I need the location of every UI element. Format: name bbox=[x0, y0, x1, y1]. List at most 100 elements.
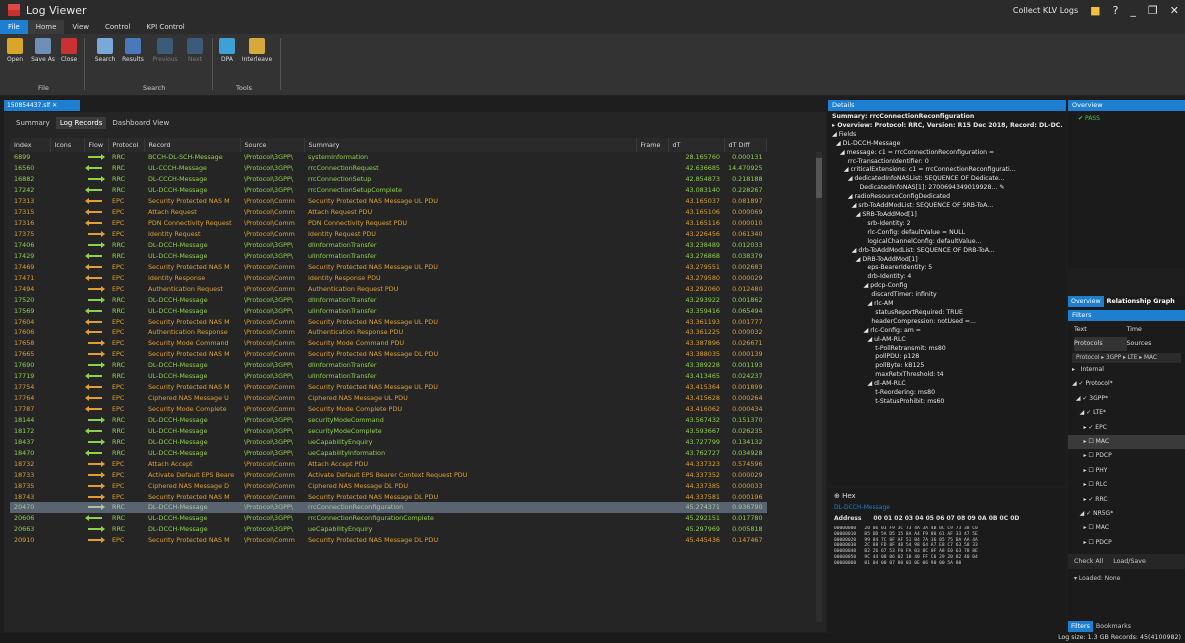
notes-icon[interactable]: ■ bbox=[1090, 5, 1100, 16]
filter-tree-item[interactable]: ◢ ✓ LTE* bbox=[1068, 406, 1185, 420]
tree-node[interactable]: drb-Identity: 4 bbox=[832, 273, 1062, 282]
tree-node[interactable]: ◢ srb-ToAddModList: SEQUENCE OF SRB-ToA.… bbox=[832, 202, 1062, 211]
tab-bookmarks[interactable]: Bookmarks bbox=[1093, 621, 1134, 632]
tree-node[interactable]: discardTimer: infinity bbox=[832, 291, 1062, 300]
table-row[interactable]: 16560 RRC UL-CCCH-Message \Protocol\3GPP\ rr… bbox=[10, 163, 767, 174]
tree-node[interactable]: ◢ radioResourceConfigDedicated bbox=[832, 193, 1062, 202]
tab-summary[interactable]: Summary bbox=[12, 117, 54, 129]
column-header[interactable]: dT bbox=[668, 138, 725, 152]
minimize-icon[interactable]: _ bbox=[1130, 5, 1136, 16]
document-tab[interactable]: 150854437.slf ✕ bbox=[4, 100, 80, 111]
table-row[interactable]: 17764 EPC Ciphered NAS Message U \Protocol\… bbox=[10, 393, 767, 404]
tree-node[interactable]: ▸ Overview: Protocol: RRC, Version: R15 … bbox=[832, 122, 1062, 131]
column-header[interactable]: Flow bbox=[84, 138, 109, 152]
filter-tree-item[interactable]: ▸ Internal bbox=[1068, 363, 1185, 377]
table-row[interactable]: 18735 EPC Ciphered NAS Message D \Protocol\… bbox=[10, 480, 767, 491]
table-row[interactable]: 18732 EPC Attach Accept \Protocol\Comm Attac… bbox=[10, 458, 767, 469]
tree-node[interactable]: t-Reordering: ms80 bbox=[832, 389, 1062, 398]
tree-node[interactable]: headerCompression: notUsed =... bbox=[832, 318, 1062, 327]
table-row[interactable]: 17375 EPC Identity Request \Protocol\Comm Id… bbox=[10, 229, 767, 240]
filter-tree-item[interactable]: ▸ ☐ PDCP bbox=[1068, 449, 1185, 463]
table-row[interactable]: 18172 RRC UL-DCCH-Message \Protocol\3GPP\ se… bbox=[10, 425, 767, 436]
restore-icon[interactable]: ❐ bbox=[1148, 5, 1158, 16]
tree-node[interactable]: srb-Identity: 2 bbox=[832, 220, 1062, 229]
tree-node[interactable]: ◢ dl-AM-RLC bbox=[832, 380, 1062, 389]
filter-tree-item[interactable]: ▸ ☐ PHY bbox=[1068, 464, 1185, 478]
tree-node[interactable]: maxRetxThreshold: t4 bbox=[832, 371, 1062, 380]
table-row[interactable]: 17569 RRC UL-DCCH-Message \Protocol\3GPP\ ul… bbox=[10, 305, 767, 316]
table-row[interactable]: 17469 EPC Security Protected NAS M \Protoco… bbox=[10, 261, 767, 272]
table-row[interactable]: 18733 EPC Activate Default EPS Beare \Proto… bbox=[10, 469, 767, 480]
filter-tree-item[interactable]: ▸ ☐ RLC bbox=[1068, 478, 1185, 492]
menu-file[interactable]: File bbox=[0, 20, 28, 34]
collect-klv-logs-button[interactable]: Collect KLV Logs bbox=[1013, 6, 1078, 15]
filter-text-tab[interactable]: Text bbox=[1074, 323, 1127, 337]
menu-view[interactable]: View bbox=[64, 20, 97, 34]
previous-button[interactable]: Previous bbox=[152, 38, 178, 63]
results-button[interactable]: Results bbox=[120, 38, 146, 63]
table-row[interactable]: 17665 EPC Security Protected NAS M \Protoco… bbox=[10, 349, 767, 360]
filter-sources-tab[interactable]: Sources bbox=[1127, 337, 1180, 351]
table-row[interactable]: 17313 EPC Security Protected NAS M \Protoco… bbox=[10, 196, 767, 207]
table-scrollbar[interactable] bbox=[816, 152, 822, 622]
column-header[interactable]: Source bbox=[240, 138, 305, 152]
table-row[interactable]: 17242 RRC UL-DCCH-Message \Protocol\3GPP\ rr… bbox=[10, 185, 767, 196]
table-row[interactable]: 17690 RRC DL-DCCH-Message \Protocol\3GPP\ dl… bbox=[10, 360, 767, 371]
filter-tree-item[interactable]: ▸ ☐ MAC bbox=[1068, 521, 1185, 535]
check-all-button[interactable]: Check All bbox=[1074, 558, 1103, 565]
next-button[interactable]: Next bbox=[182, 38, 208, 63]
interleave-button[interactable]: Interleave bbox=[240, 38, 274, 63]
column-header[interactable]: Protocol bbox=[108, 138, 145, 152]
column-header[interactable]: Record bbox=[144, 138, 241, 152]
table-row[interactable]: 6899 RRC BCCH-DL-SCH-Message \Protocol\3GPP… bbox=[10, 152, 767, 163]
table-row[interactable]: 20910 EPC Security Protected NAS M \Protoco… bbox=[10, 535, 767, 546]
tree-node[interactable]: ◢ DRB-ToAddMod[1] bbox=[832, 256, 1062, 265]
table-row[interactable]: 16882 RRC DL-CCCH-Message \Protocol\3GPP\ rr… bbox=[10, 174, 767, 185]
tree-node[interactable]: ◢ rlc-AM bbox=[832, 300, 1062, 309]
close-file-button[interactable]: Close bbox=[58, 38, 80, 63]
tree-node[interactable]: DedicatedInfoNAS[1]: 2700694349019928...… bbox=[832, 184, 1062, 193]
tree-node[interactable]: ◢ rlc-Config: am = bbox=[832, 327, 1062, 336]
table-row[interactable]: 17719 RRC UL-DCCH-Message \Protocol\3GPP\ ul… bbox=[10, 371, 767, 382]
tree-node[interactable]: rlc-Config: defaultValue = NULL bbox=[832, 229, 1062, 238]
table-row[interactable]: 20470 RRC DL-DCCH-Message \Protocol\3GPP\ rr… bbox=[10, 502, 767, 513]
filter-tree-item[interactable]: ▸ ☐ PDCP bbox=[1068, 536, 1185, 550]
filter-breadcrumb[interactable]: Protocol ▸ 3GPP ▸ LTE ▸ MAC bbox=[1072, 353, 1181, 363]
table-row[interactable]: 18144 RRC DL-DCCH-Message \Protocol\3GPP\ se… bbox=[10, 415, 767, 426]
table-row[interactable]: 18437 RRC DL-DCCH-Message \Protocol\3GPP\ ue… bbox=[10, 436, 767, 447]
tree-node[interactable]: ◢ message: c1 = rrcConnectionReconfigura… bbox=[832, 149, 1062, 158]
close-icon[interactable]: ✕ bbox=[1170, 5, 1179, 16]
tree-node[interactable]: ◢ drb-ToAddModList: SEQUENCE OF DRB-ToA.… bbox=[832, 247, 1062, 256]
tree-node[interactable]: t-StatusProhibit: ms60 bbox=[832, 398, 1062, 407]
table-row[interactable]: 17787 EPC Security Mode Complete \Protocol\… bbox=[10, 404, 767, 415]
tree-node[interactable]: pollByte: kB125 bbox=[832, 362, 1062, 371]
table-row[interactable]: 17316 EPC PDN Connectivity Request \Protoco… bbox=[10, 218, 767, 229]
tree-node[interactable]: ◢ dedicatedInfoNASList: SEQUENCE OF Dedi… bbox=[832, 175, 1062, 184]
tab-dashboard-view[interactable]: Dashboard View bbox=[108, 117, 173, 129]
table-row[interactable]: 17754 EPC Security Protected NAS M \Protoco… bbox=[10, 382, 767, 393]
filter-tree-item[interactable]: ◢ ✓ 3GPP* bbox=[1068, 392, 1185, 406]
column-header[interactable]: Icons bbox=[50, 138, 85, 152]
tree-node[interactable]: ◢ Fields bbox=[832, 131, 1062, 140]
filter-tree-item[interactable]: ▸ ☐ MAC bbox=[1068, 435, 1185, 450]
table-row[interactable]: 18743 EPC Security Protected NAS M \Protoco… bbox=[10, 491, 767, 502]
filter-tree-item[interactable]: ▸ ✓ RRC bbox=[1068, 493, 1185, 507]
tab-log-records[interactable]: Log Records bbox=[55, 117, 107, 129]
tree-node[interactable]: pollPDU: p128 bbox=[832, 353, 1062, 362]
tab-overview[interactable]: Overview bbox=[1068, 296, 1104, 307]
tree-node[interactable]: ◢ ul-AM-RLC bbox=[832, 336, 1062, 345]
tree-node[interactable]: logicalChannelConfig: defaultValue... bbox=[832, 238, 1062, 247]
column-header[interactable]: Frame bbox=[636, 138, 669, 152]
table-row[interactable]: 17406 RRC DL-DCCH-Message \Protocol\3GPP\ dl… bbox=[10, 240, 767, 251]
tree-node[interactable]: statusReportRequired: TRUE bbox=[832, 309, 1062, 318]
tree-node[interactable]: eps-BearerIdentity: 5 bbox=[832, 264, 1062, 273]
expand-hex-icon[interactable]: ⊕ bbox=[834, 492, 840, 500]
table-row[interactable]: 17494 EPC Authentication Request \Protocol\… bbox=[10, 283, 767, 294]
tree-node[interactable]: t-PollRetransmit: ms80 bbox=[832, 345, 1062, 354]
table-row[interactable]: 17520 RRC DL-DCCH-Message \Protocol\3GPP\ dl… bbox=[10, 294, 767, 305]
tree-node[interactable]: ◢ SRB-ToAddMod[1] bbox=[832, 211, 1062, 220]
tab-relationship-graph[interactable]: Relationship Graph bbox=[1104, 296, 1178, 307]
table-row[interactable]: 20606 RRC UL-DCCH-Message \Protocol\3GPP\ rr… bbox=[10, 513, 767, 524]
tree-node[interactable]: ◢ DL-DCCH-Message bbox=[832, 140, 1062, 149]
save-as-button[interactable]: Save As bbox=[30, 38, 56, 63]
